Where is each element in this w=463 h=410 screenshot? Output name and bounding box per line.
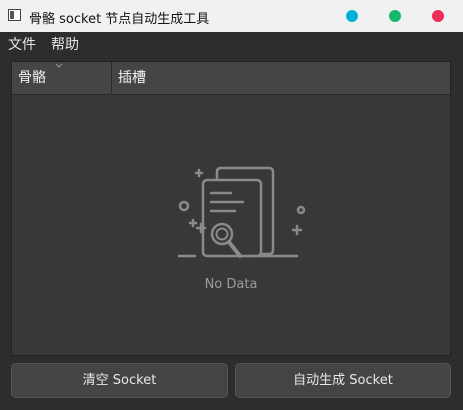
empty-data-icon (177, 166, 305, 258)
app-icon (8, 9, 21, 21)
minimize-button[interactable] (346, 10, 358, 22)
table-header: 骨骼 插槽 (12, 62, 450, 95)
sort-indicator-icon (55, 63, 63, 68)
close-button[interactable] (432, 10, 444, 22)
menu-file[interactable]: 文件 (8, 34, 36, 54)
empty-state-text: No Data (204, 277, 258, 292)
menu-bar: 文件 帮助 (0, 32, 463, 56)
column-header-slot[interactable]: 插槽 (118, 62, 146, 94)
maximize-button[interactable] (389, 10, 401, 22)
column-header-bone[interactable]: 骨骼 (18, 62, 46, 94)
clear-socket-button[interactable]: 清空 Socket (11, 363, 228, 398)
menu-help[interactable]: 帮助 (51, 34, 79, 54)
column-divider[interactable] (111, 62, 112, 94)
title-bar: 骨骼 socket 节点自动生成工具 (0, 0, 463, 32)
window-title: 骨骼 socket 节点自动生成工具 (29, 12, 210, 27)
auto-generate-socket-button[interactable]: 自动生成 Socket (235, 363, 451, 398)
socket-table[interactable]: 骨骼 插槽 No Data (11, 61, 451, 356)
